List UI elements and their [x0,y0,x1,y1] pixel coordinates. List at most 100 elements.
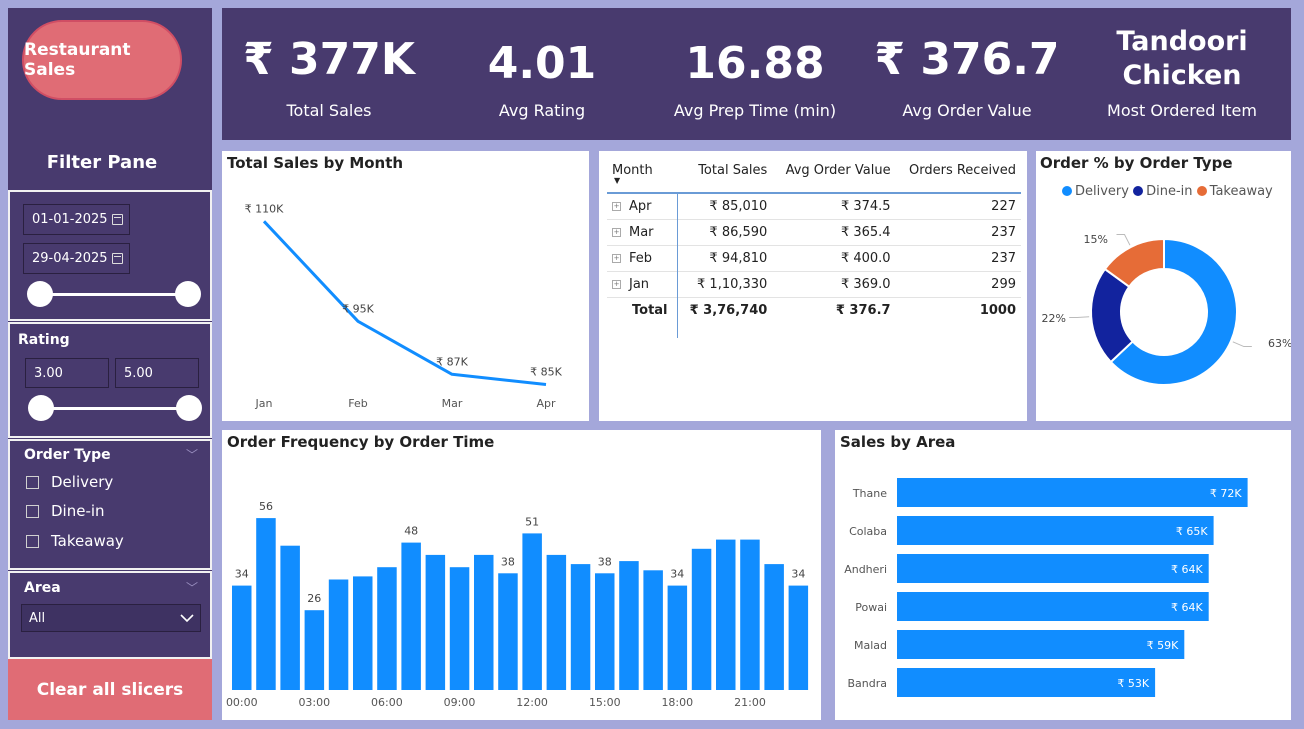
filter-pane-title: Filter Pane [46,152,158,173]
kpi-value: ₹ 376.7 [874,34,1060,85]
cell-avg-order-value: ₹ 369.0 [772,271,896,298]
restaurant-sales-button[interactable]: Restaurant Sales [22,20,182,100]
data-label: ₹ 59K [1147,639,1179,652]
order-bar [425,554,446,690]
area-bar [897,630,1185,659]
cell-avg-order-value: ₹ 376.7 [772,297,896,323]
chevron-down-icon[interactable]: ﹀ [186,446,198,463]
order-bar [449,567,470,690]
checkbox[interactable] [26,534,39,548]
data-label: 56 [259,500,273,513]
calendar-icon[interactable] [112,214,123,225]
table-row[interactable]: + Mar ₹ 86,590 ₹ 365.4 237 [607,219,1021,246]
data-label: ₹ 65K [1176,525,1208,538]
order-type-option-delivery[interactable]: Delivery [26,473,113,491]
order-type-option-takeaway[interactable]: Takeaway [26,532,124,550]
table-row[interactable]: + Feb ₹ 94,810 ₹ 400.0 237 [607,245,1021,272]
cell-avg-order-value: ₹ 400.0 [772,245,896,272]
order-bar [691,548,712,690]
area-bar [897,516,1214,545]
cell-total-sales: ₹ 86,590 [677,219,773,246]
clear-all-slicers-button[interactable]: Clear all slicers [8,659,212,720]
order-bar [643,570,663,690]
data-label: ₹ 64K [1171,563,1203,576]
table-row[interactable]: + Jan ₹ 1,10,330 ₹ 369.0 299 [607,271,1021,298]
order-bar [256,518,276,690]
y-tick-label: Thane [852,487,887,500]
order-type-donut-chart[interactable]: 63% 22% 15% [1036,151,1291,421]
y-tick-label: Andheri [844,563,887,576]
y-tick-label: Powai [855,601,887,614]
area-dropdown[interactable]: All [21,604,201,632]
data-label: 34 [235,568,249,581]
x-tick-label: 15:00 [589,696,621,709]
cell-total-label: Total [607,297,679,323]
x-tick-label: Jan [255,397,273,410]
checkbox[interactable] [26,504,39,518]
kpi-avg-rating: 4.01 Avg Rating [462,8,622,140]
sales-by-area-chart[interactable]: Thane ₹ 72K Colaba ₹ 65K Andheri ₹ 64K Powai ₹ … [835,430,1291,720]
column-header-total-sales[interactable]: Total Sales [678,159,773,193]
end-date-input[interactable]: 29-04-2025 [23,243,130,274]
kpi-label: Total Sales [286,101,372,120]
order-bar [619,561,639,690]
cell-month: Jan [629,277,650,292]
order-frequency-card: Order Frequency by Order Time 34 56 26 48 38… [222,430,821,720]
cell-avg-order-value: ₹ 365.4 [772,219,896,246]
order-bar [280,545,300,690]
order-frequency-chart[interactable]: 34 56 26 48 38 51 38 34 34 00:00 03:00 06:00 09:00 12… [222,430,821,720]
cell-orders-received: 227 [895,192,1021,220]
calendar-icon[interactable] [112,253,123,264]
date-slider-track[interactable] [40,293,188,296]
column-header-orders-received[interactable]: Orders Received [896,159,1021,193]
order-bar [522,533,542,690]
checkbox[interactable] [26,475,39,489]
kpi-total-sales: ₹ 377K Total Sales [234,8,424,140]
order-bar [716,539,736,690]
data-label: ₹ 110K [245,202,284,215]
order-type-slicer: Order Type ﹀ Delivery Dine-in Takeaway [8,439,212,570]
order-type-share-card: Order % by Order Type Delivery Dine-in T… [1036,151,1291,421]
column-header-month[interactable]: Month ▼ [607,159,678,193]
kpi-value: 4.01 [487,38,597,89]
sales-by-month-chart[interactable]: ₹ 110K Jan ₹ 95K Feb ₹ 87K Mar ₹ 85K Apr [222,151,589,421]
rating-max-input[interactable]: 5.00 [115,358,199,388]
order-type-option-dine-in[interactable]: Dine-in [26,502,105,520]
x-tick-label: 12:00 [516,696,548,709]
order-bar [546,554,567,690]
cell-orders-received: 299 [895,271,1021,298]
rating-slicer: Rating 3.00 5.00 [8,322,212,438]
date-slider-end-handle[interactable] [175,281,201,307]
option-label: Takeaway [51,532,124,550]
data-label: ₹ 72K [1210,487,1242,500]
cell-orders-received: 237 [895,245,1021,272]
chevron-down-icon[interactable] [180,614,194,623]
x-tick-label: Apr [536,397,556,410]
data-label: ₹ 53K [1117,677,1149,690]
expand-icon[interactable]: + [612,202,621,211]
chevron-down-icon[interactable]: ﹀ [186,579,198,596]
order-bar [764,564,784,690]
rating-slider-max-handle[interactable] [176,395,202,421]
table-header-row: Month ▼ Total Sales Avg Order Value Order… [607,159,1021,193]
kpi-value: 16.88 [685,38,825,89]
kpi-avg-order-value: ₹ 376.7 Avg Order Value [872,8,1062,140]
column-header-avg-order-value[interactable]: Avg Order Value [772,159,895,193]
rating-min-input[interactable]: 3.00 [25,358,109,388]
leader-line [1116,233,1131,246]
expand-icon[interactable]: + [612,228,621,237]
start-date-input[interactable]: 01-01-2025 [23,204,130,235]
data-label: ₹ 87K [436,355,468,368]
rating-slider-min-handle[interactable] [28,395,54,421]
cell-total-sales: ₹ 1,10,330 [677,271,773,298]
area-bar [897,668,1156,697]
expand-icon[interactable]: + [612,280,621,289]
area-bar [897,592,1209,621]
table-row[interactable]: + Apr ₹ 85,010 ₹ 374.5 227 [607,192,1021,220]
rating-slider-track[interactable] [40,407,188,410]
x-tick-label: 03:00 [298,696,330,709]
expand-icon[interactable]: + [612,254,621,263]
x-tick-label: 21:00 [734,696,766,709]
order-bar [401,542,421,690]
date-slider-start-handle[interactable] [27,281,53,307]
